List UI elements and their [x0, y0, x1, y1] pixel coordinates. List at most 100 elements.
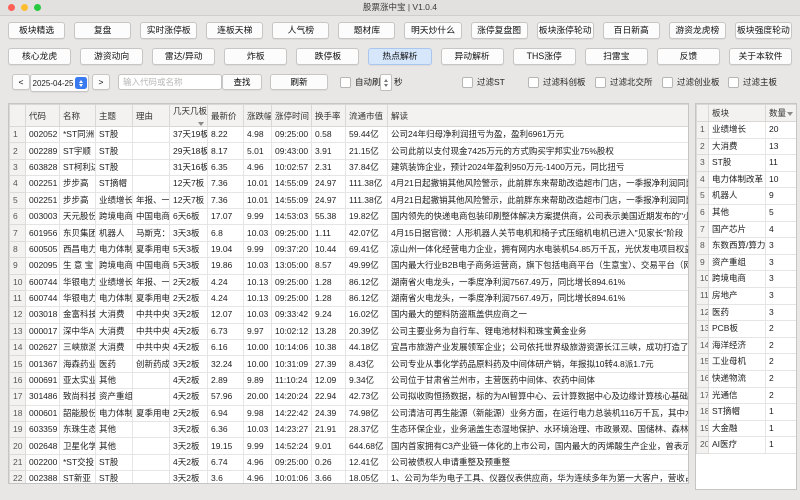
table-row[interactable]: 22 002388 ST新亚 ST股 3天2板 3.6 4.96 10:01:06 3.66 18…: [9, 470, 688, 483]
nav-button-r2-11[interactable]: 关于本软件: [728, 48, 793, 65]
table-row[interactable]: 19 603359 东珠生态 其他 3天2板 6.36 10.03 14:23:27 21.91…: [9, 421, 688, 439]
filter-checkbox-5[interactable]: 过滤主板: [728, 74, 777, 90]
table-row[interactable]: 9002095生 意 宝跨境电商中国电商"...5天3板19.8610.0313…: [9, 257, 688, 275]
nav-button-r2-4[interactable]: 炸板: [224, 48, 288, 65]
sector-row[interactable]: 15工业母机2: [696, 353, 796, 371]
nav-button-r2-5[interactable]: 跌停板: [296, 48, 360, 65]
minimize-window-icon[interactable]: [21, 4, 28, 11]
search-input[interactable]: [118, 74, 222, 90]
sector-row[interactable]: 8 东数西算/算力 3: [696, 237, 796, 255]
table-row[interactable]: 12003018金富科技大消费中共中央...3天2板12.0710.0309:3…: [9, 306, 688, 324]
column-header[interactable]: 几天几板: [169, 104, 208, 127]
filter-checkbox-4[interactable]: 过滤创业板: [662, 74, 720, 90]
table-row[interactable]: 17 301486 致尚科技 资产重组 4天2板 57.96 20.00 14:20:24 22…: [9, 388, 688, 406]
table-row[interactable]: 5002251步步高业绩增长年报、一...12天7板7.3610.0114:55…: [9, 191, 688, 209]
chevron-down-icon[interactable]: [198, 122, 204, 126]
table-row[interactable]: 18000601韶能股份电力体制...夏季用电...2天2板6.949.9814…: [9, 404, 688, 423]
table-row[interactable]: 21 002200 *ST交投 ST股 4天2板 6.74 4.96 09:25:00 0.26…: [9, 453, 688, 472]
column-header[interactable]: 最新价: [207, 104, 244, 127]
refresh-button[interactable]: 刷新: [270, 74, 328, 90]
nav-button-r2-2[interactable]: 游资动向: [80, 48, 144, 65]
chevron-down-icon[interactable]: [787, 112, 793, 116]
sector-row[interactable]: 14海洋经济2: [696, 336, 796, 355]
nav-button-r1-9[interactable]: 板块涨停轮动: [536, 22, 594, 39]
filter-checkbox-3[interactable]: 过滤北交所: [595, 74, 653, 90]
next-date-button[interactable]: >: [92, 74, 110, 90]
nav-button-r1-3[interactable]: 实时涨停板: [140, 22, 198, 39]
table-row[interactable]: 4 002251 步步高 ST摘帽 12天7板 7.36 10.01 14:55:09 24.9…: [9, 175, 688, 193]
checkbox-icon[interactable]: [728, 76, 739, 88]
table-row[interactable]: 8600505西昌电力电力体制...夏季用电...5天3板19.049.9909…: [9, 240, 688, 259]
filter-checkbox-1[interactable]: 过滤ST: [462, 74, 505, 90]
table-row[interactable]: 20 002648 卫星化学 其他 3天2板 19.15 9.99 14:52:24 9.01 6…: [9, 437, 688, 455]
sector-row[interactable]: 10跨境电商3: [696, 270, 796, 288]
sector-row[interactable]: 3 ST股 11: [696, 154, 796, 172]
nav-button-r1-2[interactable]: 复盘: [74, 22, 132, 39]
sector-row[interactable]: 7 国产芯片 4: [696, 220, 796, 239]
checkbox-icon[interactable]: [528, 76, 539, 88]
nav-button-r2-6[interactable]: 热点解析: [368, 48, 432, 65]
table-row[interactable]: 7601956东贝集团机器人马斯克：...3天3板6.810.0309:25:0…: [9, 224, 688, 242]
nav-button-r1-7[interactable]: 明天炒什么: [404, 22, 462, 39]
table-row[interactable]: 16 000691 亚太实业 其他 4天2板 2.89 9.89 11:10:24 12.09 9…: [9, 371, 688, 390]
sector-row[interactable]: 11 房地产 3: [696, 286, 796, 305]
nav-button-r1-4[interactable]: 连板天梯: [206, 22, 264, 39]
sector-row[interactable]: 2 大消费 13: [696, 137, 796, 156]
column-header[interactable]: 涨停时间: [271, 104, 312, 127]
sector-row[interactable]: 6 其他 5: [696, 203, 796, 222]
sector-row[interactable]: 9 资产重组 3: [696, 253, 796, 272]
column-header[interactable]: 代码: [25, 104, 60, 127]
nav-button-r2-8[interactable]: THS涨停: [512, 48, 576, 65]
table-row[interactable]: 10600744华银电力业绩增长年报、一...2天2板4.2410.1309:2…: [9, 273, 688, 291]
column-header[interactable]: 名称: [59, 104, 96, 127]
nav-button-r2-7[interactable]: 异动解析: [440, 48, 504, 65]
nav-button-r1-6[interactable]: 题材库: [338, 22, 396, 39]
close-window-icon[interactable]: [8, 4, 15, 11]
sector-row[interactable]: 18ST摘帽1: [696, 403, 796, 421]
column-header[interactable]: 主题: [95, 104, 133, 127]
nav-button-r1-11[interactable]: 游资龙虎榜: [668, 22, 726, 39]
checkbox-icon[interactable]: [595, 76, 606, 88]
checkbox-icon[interactable]: [662, 76, 673, 88]
sector-row[interactable]: 13PCB板2: [696, 320, 796, 338]
nav-button-r1-12[interactable]: 板块强度轮动: [734, 22, 792, 39]
sector-row[interactable]: 16快递物流2: [696, 369, 796, 388]
nav-button-r1-1[interactable]: 板块精选: [8, 22, 66, 39]
column-header[interactable]: 涨跌幅: [243, 104, 272, 127]
nav-button-r1-10[interactable]: 百日新高: [602, 22, 660, 39]
table-row[interactable]: 14002627三峡旅游大消费中共中央...4天2板6.1610.0010:14…: [9, 339, 688, 357]
nav-button-r1-8[interactable]: 涨停复盘图: [470, 22, 528, 39]
table-row[interactable]: 13000017深中华A大消费中共中央...4天2板6.739.9710:02:…: [9, 322, 688, 341]
sector-row[interactable]: 17光通信2: [696, 386, 796, 405]
nav-button-r2-1[interactable]: 核心龙虎: [8, 48, 72, 65]
column-header[interactable]: 换手率: [311, 104, 346, 127]
nav-button-r2-9[interactable]: 扫雷宝: [584, 48, 648, 65]
table-row[interactable]: 15001367海森药业医药创新药成...3天2板32.2410.0010:31…: [9, 355, 688, 373]
sector-column-header[interactable]: 数量: [765, 104, 796, 122]
table-row[interactable]: 6003003天元股份跨境电商中国电商"...6天6板17.079.9914:5…: [9, 207, 688, 226]
date-picker[interactable]: 2025-04-25: [30, 74, 89, 92]
sector-row[interactable]: 19大金融1: [696, 419, 796, 438]
column-header[interactable]: 流通市值: [345, 104, 388, 127]
table-row[interactable]: 3603828ST柯利达ST股 31天16板6.354.9610:02:572.3…: [9, 158, 688, 177]
sector-row[interactable]: 12医药3: [696, 303, 796, 322]
table-row[interactable]: 1 002052 *ST同洲 ST股 37天19板 8.22 4.98 09:25:00 0.5…: [9, 125, 688, 144]
sector-row[interactable]: 1 业绩增长 20: [696, 121, 796, 139]
find-button[interactable]: 查找: [222, 74, 262, 90]
checkbox-icon[interactable]: [462, 76, 473, 88]
sector-row[interactable]: 5 机器人 9: [696, 187, 796, 205]
maximize-window-icon[interactable]: [34, 4, 41, 11]
date-stepper-icon[interactable]: [75, 77, 87, 89]
nav-button-r2-3[interactable]: 雷达/异动: [152, 48, 216, 65]
column-header[interactable]: 理由: [132, 104, 170, 127]
sector-column-header[interactable]: 板块: [708, 104, 766, 122]
sector-row[interactable]: 20AI医疗1: [696, 436, 796, 454]
nav-button-r1-5[interactable]: 人气榜: [272, 22, 330, 39]
table-row[interactable]: 11600744华银电力电力体制...夏季用电...2天2板4.2410.130…: [9, 289, 688, 308]
checkbox-icon[interactable]: [340, 76, 351, 88]
table-row[interactable]: 2 002289 ST宇顺 ST股 29天18板 8.17 5.01 09:43:00 3.91…: [9, 142, 688, 160]
prev-date-button[interactable]: <: [12, 74, 30, 90]
sector-row[interactable]: 4 电力体制改革 10: [696, 170, 796, 189]
seconds-stepper[interactable]: [380, 74, 392, 91]
column-header[interactable]: 解读: [387, 104, 688, 127]
